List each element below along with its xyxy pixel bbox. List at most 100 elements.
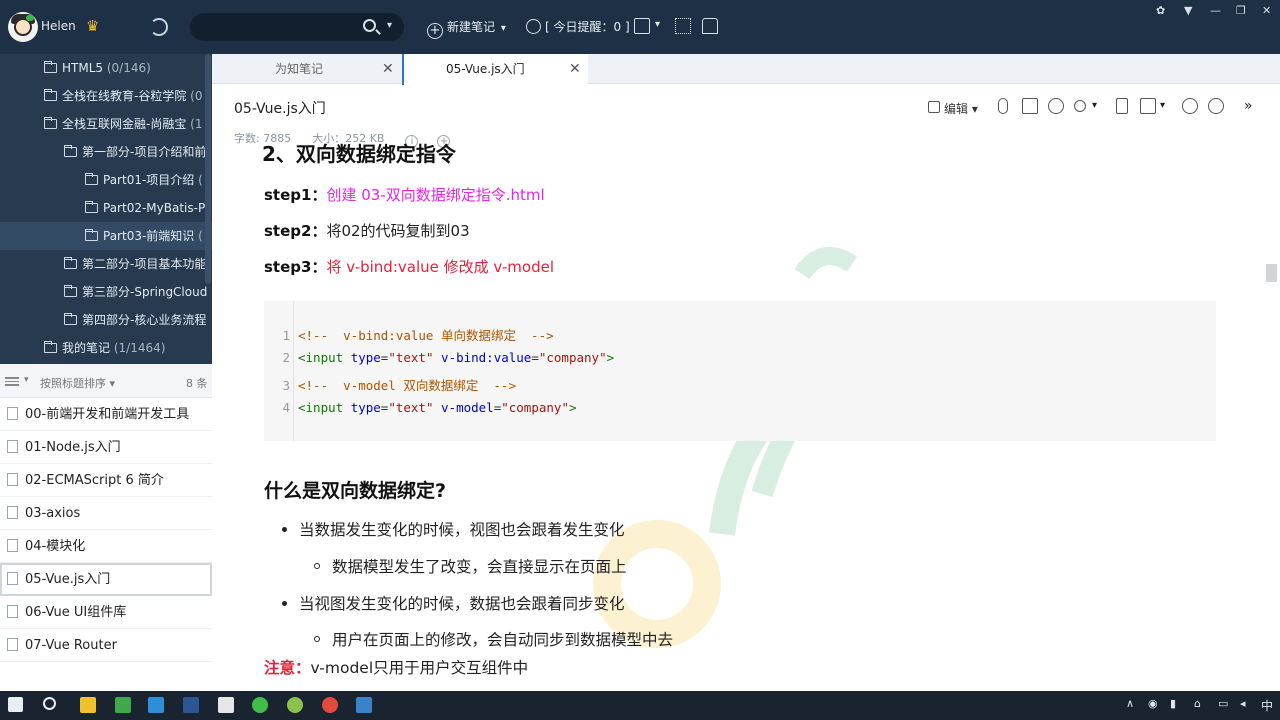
- file-explorer-icon[interactable]: [80, 697, 96, 713]
- close-icon[interactable]: ✕: [382, 54, 394, 84]
- list-item[interactable]: 00-前端开发和前端开发工具: [0, 398, 212, 431]
- network-icon[interactable]: ⌂: [1194, 697, 1201, 710]
- intellij-icon[interactable]: [218, 697, 234, 713]
- chevron-down-icon[interactable]: ▾: [387, 20, 392, 31]
- word-icon[interactable]: [183, 697, 199, 713]
- folder-item[interactable]: 第二部分-项目基本功能: [64, 250, 206, 278]
- list-item[interactable]: 06-Vue UI组件库: [0, 596, 212, 629]
- home-icon[interactable]: [702, 18, 718, 34]
- restore-icon[interactable]: ❐: [1236, 4, 1246, 17]
- document-icon: [7, 638, 18, 651]
- close-icon[interactable]: ✕: [1262, 4, 1271, 17]
- search-box[interactable]: ▾: [190, 13, 404, 41]
- app-icon[interactable]: [115, 697, 131, 713]
- sync-note-icon[interactable]: [1182, 98, 1198, 114]
- outline-icon[interactable]: [1048, 98, 1064, 114]
- tab-vue-intro[interactable]: 05-Vue.js入门 ✕: [402, 54, 588, 85]
- chevron-down-icon[interactable]: ▾: [501, 23, 506, 34]
- reminder-icon[interactable]: [1208, 98, 1224, 114]
- code-line: 3 <!-- v-model 双向数据绑定 -->: [282, 378, 516, 393]
- folder-icon: [44, 89, 57, 101]
- tray-app-icon[interactable]: ◉: [1148, 697, 1158, 710]
- vscode-icon[interactable]: [148, 697, 164, 713]
- search-icon[interactable]: [363, 19, 376, 32]
- more-icon[interactable]: »: [1244, 98, 1253, 114]
- folder-item[interactable]: 第三部分-SpringCloud: [64, 278, 207, 306]
- reminder-button[interactable]: [ 今日提醒：0 ]: [526, 17, 630, 37]
- share-icon[interactable]: [1074, 100, 1086, 112]
- minimize-icon[interactable]: —: [1210, 4, 1221, 17]
- folder-item[interactable]: 第四部分-核心业务流程: [64, 306, 206, 334]
- grid-icon[interactable]: [675, 18, 691, 34]
- document-icon: [7, 539, 18, 552]
- tab-wiznote[interactable]: 为知笔记 ✕: [212, 54, 402, 84]
- notes-app-icon[interactable]: [356, 697, 372, 713]
- list-item: 当数据发生变化的时候，视图也会跟着发生变化: [282, 518, 625, 540]
- tray-app-icon[interactable]: ▮: [1170, 697, 1176, 710]
- alarm-icon: [526, 19, 541, 34]
- note-line: 注意：v-model只用于用户交互组件中: [264, 659, 529, 677]
- chrome-icon[interactable]: [322, 697, 338, 713]
- folder-icon: [85, 173, 98, 185]
- list-item[interactable]: 04-模块化: [0, 530, 212, 563]
- heading-two-way-binding: 2、双向数据绑定指令: [262, 142, 456, 166]
- reading-mode-icon[interactable]: [1140, 98, 1156, 114]
- chevron-down-icon[interactable]: ▾: [24, 375, 29, 385]
- volume-icon[interactable]: ▭: [1218, 697, 1228, 710]
- list-item-active[interactable]: 05-Vue.js入门: [0, 563, 212, 596]
- chevron-down-icon[interactable]: ▾: [655, 19, 660, 30]
- folder-item[interactable]: 我的笔记 (1/1464): [44, 334, 165, 362]
- chevron-up-icon[interactable]: ∧: [1126, 697, 1134, 710]
- app-icon[interactable]: [287, 697, 303, 713]
- code-line: 1 <!-- v-bind:value 单向数据绑定 -->: [282, 328, 554, 343]
- list-item[interactable]: 03-axios: [0, 497, 212, 530]
- username[interactable]: Helen: [41, 19, 76, 33]
- reminder-label: [ 今日提醒：0 ]: [545, 20, 630, 34]
- input-method-indicator[interactable]: 中: [1261, 697, 1273, 714]
- list-item[interactable]: 07-Vue Router: [0, 629, 212, 662]
- chevron-down-icon[interactable]: ▾: [1092, 100, 1097, 111]
- folder-item[interactable]: 全栈互联网金融-尚融宝 (1: [44, 110, 203, 138]
- list-item[interactable]: 02-ECMAScript 6 简介: [0, 464, 212, 497]
- list-view-icon[interactable]: [5, 377, 19, 386]
- code-block[interactable]: 1 <!-- v-bind:value 单向数据绑定 --> 2 <input ty…: [264, 301, 1216, 441]
- expand-icon[interactable]: [634, 18, 650, 34]
- list-item[interactable]: 01-Node.js入门: [0, 431, 212, 464]
- wechat-icon[interactable]: [252, 697, 268, 713]
- folder-item[interactable]: 全栈在线教育-谷粒学院 (0: [44, 82, 203, 110]
- windows-start-icon[interactable]: [8, 697, 23, 712]
- document-icon: [7, 605, 18, 618]
- close-icon[interactable]: ✕: [569, 54, 581, 84]
- sort-dropdown[interactable]: 按照标题排序 ▾: [40, 375, 115, 391]
- folder-icon: [85, 201, 98, 213]
- edit-icon[interactable]: [928, 101, 940, 113]
- tab-bar: 为知笔记 ✕ 05-Vue.js入门 ✕: [212, 54, 1280, 85]
- list-item: 当视图发生变化的时候，数据也会跟着同步变化: [282, 592, 625, 614]
- folder-item[interactable]: HTML5 (0/146): [44, 54, 151, 82]
- content-scrollbar-thumb[interactable]: [1266, 264, 1277, 282]
- skin-icon[interactable]: ✿: [1156, 4, 1165, 17]
- folder-item[interactable]: 第一部分-项目介绍和前: [64, 138, 206, 166]
- search-icon[interactable]: [43, 697, 56, 710]
- list-item: 数据模型发生了改变，会直接显示在页面上: [314, 555, 627, 577]
- folder-icon: [44, 117, 57, 129]
- sync-icon[interactable]: [150, 18, 168, 36]
- comment-icon[interactable]: [1022, 98, 1038, 114]
- folder-icon: [64, 145, 77, 157]
- chevron-down-icon[interactable]: ▾: [1160, 100, 1165, 111]
- menu-icon[interactable]: ▼: [1184, 4, 1192, 17]
- sort-bar: ▾ 按照标题排序 ▾ 8 条: [0, 364, 212, 398]
- new-note-button[interactable]: + 新建笔记 ▾: [427, 17, 506, 39]
- folder-item[interactable]: Part02-MyBatis-P: [85, 194, 205, 222]
- edit-button[interactable]: 编辑 ▾: [944, 100, 978, 117]
- attachment-icon[interactable]: [998, 98, 1008, 114]
- folder-item[interactable]: Part01-项目介绍 (: [85, 166, 203, 194]
- avatar[interactable]: [8, 12, 38, 42]
- delete-icon[interactable]: [1116, 98, 1128, 114]
- folder-item-selected[interactable]: Part03-前端知识 (: [0, 222, 212, 250]
- folder-scrollbar[interactable]: [205, 54, 211, 284]
- speaker-icon[interactable]: ◂: [1240, 697, 1246, 710]
- content-scrollbar[interactable]: [1265, 156, 1279, 691]
- code-line: 4 <input type="text" v-model="company">: [282, 400, 577, 415]
- new-note-label: 新建笔记: [447, 20, 496, 34]
